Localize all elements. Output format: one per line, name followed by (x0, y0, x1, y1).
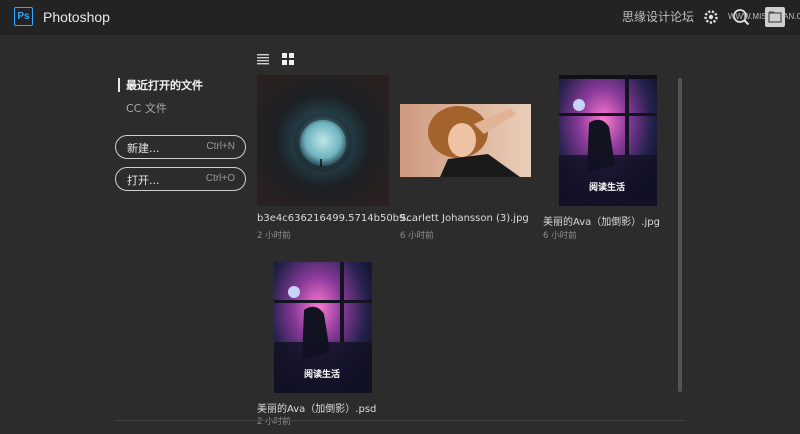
file-name-1[interactable]: b3e4c636216499.5714b50b9... (257, 213, 415, 224)
file-thumbnail-1[interactable] (257, 75, 389, 206)
nav-cc-files[interactable]: CC 文件 (126, 100, 167, 116)
file-time-2: 6 小时前 (400, 231, 434, 241)
grid-view-icon[interactable] (281, 52, 295, 66)
file-time-3: 6 小时前 (543, 231, 577, 241)
new-button-shortcut: Ctrl+N (206, 141, 235, 152)
open-button-shortcut: Ctrl+O (205, 173, 235, 184)
open-button[interactable]: 打开... Ctrl+O (115, 167, 246, 191)
new-button[interactable]: 新建... Ctrl+N (115, 135, 246, 159)
list-view-icon[interactable] (256, 52, 270, 66)
watermark-text: 思缘设计论坛 (622, 10, 695, 24)
file-time-4: 2 小时前 (257, 417, 291, 427)
file-thumbnail-2[interactable] (400, 104, 531, 177)
file-thumbnail-4[interactable]: 阅读生活 (274, 262, 372, 393)
app-title: Photoshop (43, 9, 110, 25)
file-name-2[interactable]: Scarlett Johansson (3).jpg (400, 213, 529, 224)
nav-active-indicator (118, 78, 120, 92)
file-thumbnail-3[interactable]: 阅读生活 (559, 75, 657, 206)
file-name-4[interactable]: 美丽的Ava（加倒影）.psd (257, 400, 376, 415)
open-button-label: 打开... (127, 174, 160, 187)
divider (115, 420, 685, 421)
new-button-label: 新建... (127, 142, 160, 155)
folder-icon[interactable] (765, 7, 785, 27)
photoshop-logo: Ps (14, 7, 33, 26)
watermark-url: WWW.MISSYUAN.COM (728, 12, 800, 21)
file-time-1: 2 小时前 (257, 231, 291, 241)
scrollbar[interactable] (678, 78, 682, 392)
file-seal-3: 阅读生活 (588, 183, 625, 193)
gear-icon[interactable] (702, 8, 720, 26)
nav-recent-files[interactable]: 最近打开的文件 (126, 77, 203, 93)
file-name-3[interactable]: 美丽的Ava（加倒影）.jpg (543, 213, 660, 228)
file-seal-4: 阅读生活 (303, 370, 340, 380)
